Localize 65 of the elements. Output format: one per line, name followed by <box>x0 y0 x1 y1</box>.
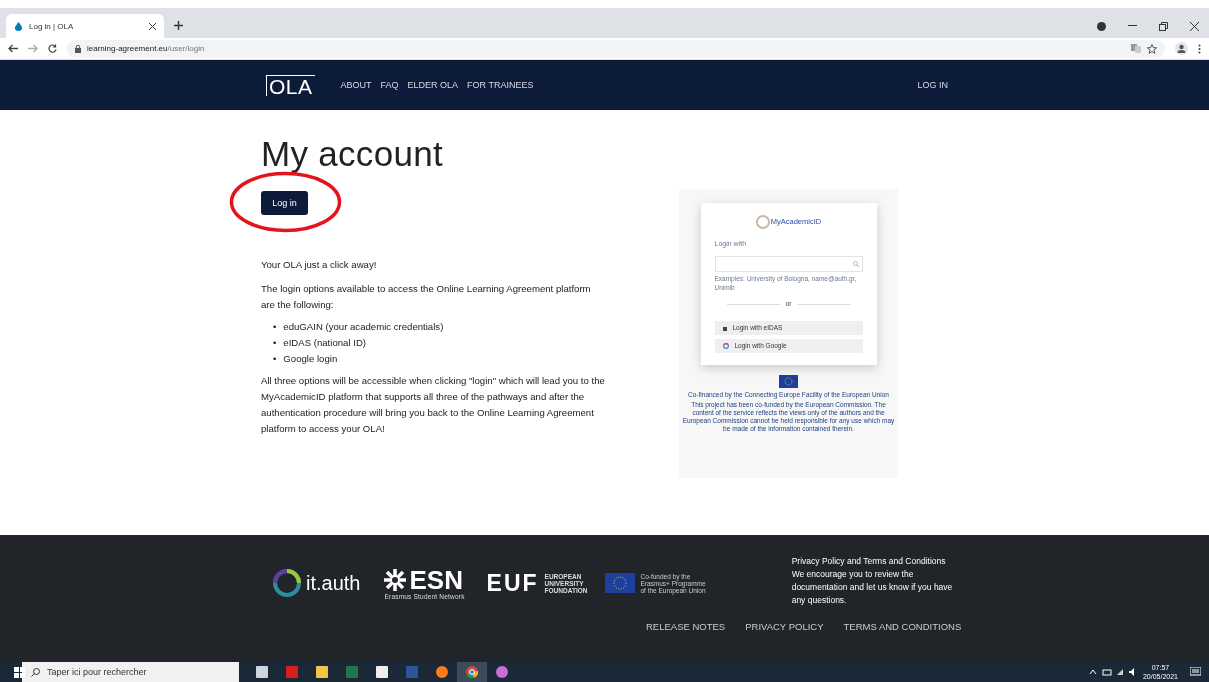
option-item: eduGAIN (your academic credentials) <box>283 320 444 334</box>
close-icon[interactable] <box>1190 21 1199 31</box>
chrome-icon <box>466 666 478 678</box>
search-icon <box>852 261 859 268</box>
page-title: My account <box>261 134 444 174</box>
windows-icon[interactable] <box>14 666 25 678</box>
taskbar-app[interactable] <box>457 662 487 682</box>
app-icon <box>406 666 418 678</box>
app-icon <box>376 666 388 678</box>
options-text: The login options available to access the Online Learning Agreement platform are the following: <box>261 282 592 312</box>
bullet-mark: • <box>273 320 277 334</box>
esn-logo: ESN <box>409 566 463 593</box>
policy-text: We encourage you to review the documentation and let us know if you have any questions. <box>791 568 954 607</box>
app-icon <box>286 666 298 678</box>
drop-icon <box>14 21 23 31</box>
euf-logo: EUF <box>486 569 539 597</box>
app-icon <box>316 666 328 678</box>
bullet-mark: • <box>273 352 277 366</box>
back-icon[interactable] <box>8 44 18 53</box>
taskbar-search-field[interactable]: Taper ici pour rechercher <box>22 662 239 682</box>
translate-icon[interactable] <box>1131 44 1141 53</box>
eu-flag-icon <box>779 374 798 388</box>
nav-link[interactable]: FAQ <box>380 80 399 90</box>
ring-logo-icon <box>272 568 302 598</box>
closing-text: All three options will be accessible when clicking "login" which will lead you to the MyAcademicID platform that supports all three of the pathways and after the authentication procedure will bring you back to the Online Learning Agreement platform to access your OLA! <box>261 374 606 436</box>
footer-link[interactable]: TERMS AND CONDITIONS <box>843 621 962 632</box>
profile-icon[interactable] <box>1175 42 1188 55</box>
institution-search-field[interactable] <box>714 256 863 273</box>
restore-icon[interactable] <box>1159 21 1168 31</box>
footer-link[interactable]: RELEASE NOTES <box>646 621 726 632</box>
minimize-icon[interactable] <box>1128 25 1137 27</box>
reload-icon[interactable] <box>48 44 57 53</box>
browser-tab[interactable]: Log in | OLA <box>6 14 164 38</box>
eu-flag-icon <box>605 573 636 593</box>
footer-link[interactable]: PRIVACY POLICY <box>745 621 824 632</box>
star-burst-icon <box>384 568 407 591</box>
app-icon <box>436 666 448 678</box>
app-icon <box>496 666 508 678</box>
tray-icons[interactable] <box>1088 668 1135 676</box>
globe-icon <box>755 215 770 229</box>
google-icon <box>722 342 729 349</box>
notification-icon[interactable] <box>1190 666 1201 678</box>
bullet-mark: • <box>273 336 277 350</box>
policy-title: Privacy Policy and Terms and Conditions <box>791 555 947 568</box>
new-tab-icon[interactable] <box>174 21 183 30</box>
option-item: eIDAS (national ID) <box>283 336 366 350</box>
option-item: Google login <box>283 352 338 366</box>
ola-logo[interactable]: OLA <box>266 74 315 96</box>
login-button[interactable]: Log in <box>261 191 308 215</box>
app-icon <box>256 666 268 678</box>
intro-text: Your OLA just a click away! <box>261 258 378 272</box>
app-icon <box>346 666 358 678</box>
search-icon <box>31 667 40 677</box>
close-icon[interactable] <box>149 22 156 30</box>
login-link[interactable]: LOG IN <box>917 80 948 90</box>
lock-icon <box>75 44 81 53</box>
address-field[interactable]: learning-agreement.eu/user/login <box>67 39 1165 58</box>
itauth-logo: it.auth <box>306 571 361 595</box>
star-icon[interactable] <box>1147 43 1157 54</box>
nav-link[interactable]: ELDER OLA <box>407 80 459 90</box>
media-icon[interactable] <box>1097 21 1106 31</box>
nav-link[interactable]: ABOUT <box>340 80 372 90</box>
lock-icon <box>722 324 727 331</box>
menu-icon[interactable] <box>1198 43 1201 54</box>
nav-link[interactable]: FOR TRAINEES <box>467 80 534 90</box>
